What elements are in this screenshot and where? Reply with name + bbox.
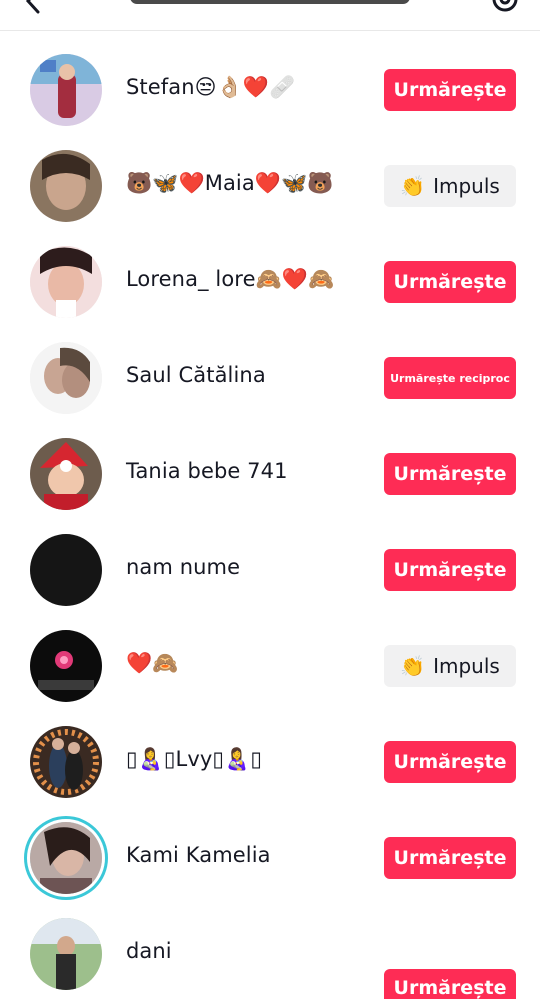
user-name[interactable]: Tania bebe 741 <box>126 459 288 483</box>
list-item[interactable]: Stefan😒👌🏼❤️🩹 Urmărește <box>0 31 540 127</box>
avatar[interactable] <box>30 246 102 318</box>
list-item[interactable]: Lorena_ lore🙈❤️🙈 Urmărește <box>0 223 540 319</box>
follow-back-button[interactable]: Urmărește reciproc <box>384 357 516 399</box>
clap-icon: 👏 <box>400 174 426 198</box>
user-name[interactable]: ❤️🙈 <box>126 651 179 676</box>
user-name[interactable]: Lorena_ lore🙈❤️🙈 <box>126 267 334 292</box>
follow-button[interactable]: Urmărește <box>384 837 516 879</box>
user-name[interactable]: 🐻🦋❤️Maia❤️🦋🐻 <box>126 171 334 196</box>
impuls-button[interactable]: 👏 Impuls <box>384 165 516 207</box>
user-name[interactable]: dani <box>126 939 172 963</box>
follow-button[interactable]: Urmărește <box>384 741 516 783</box>
avatar[interactable] <box>30 534 102 606</box>
avatar[interactable] <box>30 342 102 414</box>
impuls-button[interactable]: 👏 Impuls <box>384 645 516 687</box>
follow-button[interactable]: Urmărește <box>384 969 516 999</box>
avatar[interactable] <box>30 630 102 702</box>
follow-button[interactable]: Urmărește <box>384 69 516 111</box>
chevron-left-icon[interactable] <box>22 0 44 20</box>
list-item[interactable]: dani Urmărește <box>0 895 540 999</box>
user-name[interactable]: ▯👩‍🍼▯Lvy▯👩‍🍼▯ <box>126 747 262 772</box>
avatar[interactable] <box>30 438 102 510</box>
follow-button[interactable]: Urmărește <box>384 261 516 303</box>
list-item[interactable]: Kami Kamelia Urmărește <box>0 799 540 895</box>
list-item[interactable]: nam nume Urmărește <box>0 511 540 607</box>
list-item[interactable]: ▯👩‍🍼▯Lvy▯👩‍🍼▯ Urmărește <box>0 703 540 799</box>
follow-button[interactable]: Urmărește <box>384 453 516 495</box>
gear-icon[interactable] <box>488 0 522 20</box>
avatar[interactable] <box>30 726 102 798</box>
list-item[interactable]: 🐻🦋❤️Maia❤️🦋🐻 👏 Impuls <box>0 127 540 223</box>
list-item[interactable]: ❤️🙈 👏 Impuls <box>0 607 540 703</box>
user-name[interactable]: nam nume <box>126 555 240 579</box>
user-name[interactable]: Stefan😒👌🏼❤️🩹 <box>126 75 295 100</box>
list-item[interactable]: Saul Cătălina Urmărește reciproc <box>0 319 540 415</box>
user-list: Stefan😒👌🏼❤️🩹 Urmărește 🐻🦋❤️Maia❤️🦋🐻 👏 Imp… <box>0 31 540 999</box>
list-item[interactable]: Tania bebe 741 Urmărește <box>0 415 540 511</box>
top-bar <box>0 0 540 31</box>
follow-button[interactable]: Urmărește <box>384 549 516 591</box>
avatar[interactable] <box>30 918 102 990</box>
clap-icon: 👏 <box>400 654 426 678</box>
impuls-label: Impuls <box>433 654 500 678</box>
user-name[interactable]: Kami Kamelia <box>126 843 271 867</box>
user-name[interactable]: Saul Cătălina <box>126 363 266 387</box>
avatar[interactable] <box>30 54 102 126</box>
page-title-cropped <box>130 0 410 4</box>
avatar[interactable] <box>30 150 102 222</box>
avatar-with-story-ring[interactable] <box>30 822 102 894</box>
impuls-label: Impuls <box>433 174 500 198</box>
